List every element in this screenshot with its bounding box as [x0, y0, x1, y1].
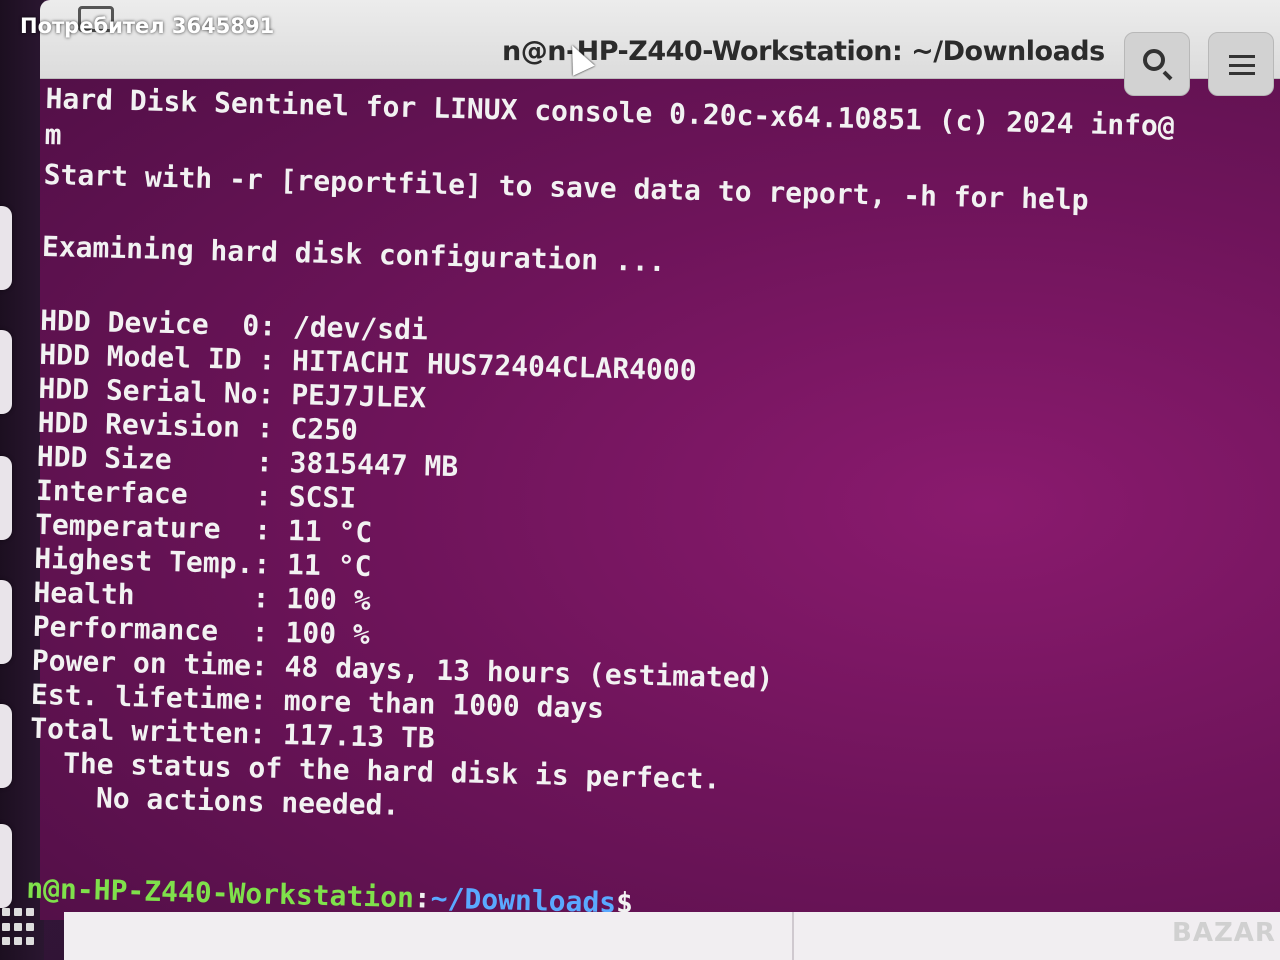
- user-label: Потребител 3645891: [20, 14, 275, 38]
- terminal-window: n@n-HP-Z440-Workstation: ~/Downloads Har…: [26, 0, 1280, 920]
- terminal-output[interactable]: Hard Disk Sentinel for LINUX console 0.2…: [26, 82, 1280, 942]
- search-button[interactable]: [1124, 32, 1190, 96]
- terminal-line: Start with -r [reportfile] to save data …: [43, 157, 1090, 217]
- dock-app-icon[interactable]: [0, 456, 12, 540]
- search-icon: [1143, 49, 1165, 71]
- terminal-line: m: [44, 117, 62, 152]
- show-apps-icon[interactable]: [2, 908, 34, 948]
- titlebar[interactable]: n@n-HP-Z440-Workstation: ~/Downloads: [40, 0, 1280, 96]
- divider: [792, 912, 794, 960]
- dock-app-icon[interactable]: [0, 824, 12, 908]
- dock-app-icon[interactable]: [0, 330, 12, 414]
- terminal-line: Examining hard disk configuration ...: [41, 229, 666, 279]
- menu-icon: [1229, 55, 1255, 75]
- prompt-separator: :: [413, 881, 432, 915]
- dock-app-icon[interactable]: [0, 580, 12, 664]
- watermark-logo: BAZAR: [1172, 918, 1276, 948]
- menu-button[interactable]: [1208, 32, 1274, 96]
- screen: n@n-HP-Z440-Workstation: ~/Downloads Har…: [0, 0, 1280, 960]
- dock-app-icon[interactable]: [0, 206, 12, 290]
- prompt-host: n@n-HP-Z440-Workstation: [25, 871, 415, 915]
- terminal-line: Hard Disk Sentinel for LINUX console 0.2…: [45, 82, 1176, 143]
- taskbar-strip: [64, 912, 1280, 960]
- dock-app-icon[interactable]: [0, 704, 12, 788]
